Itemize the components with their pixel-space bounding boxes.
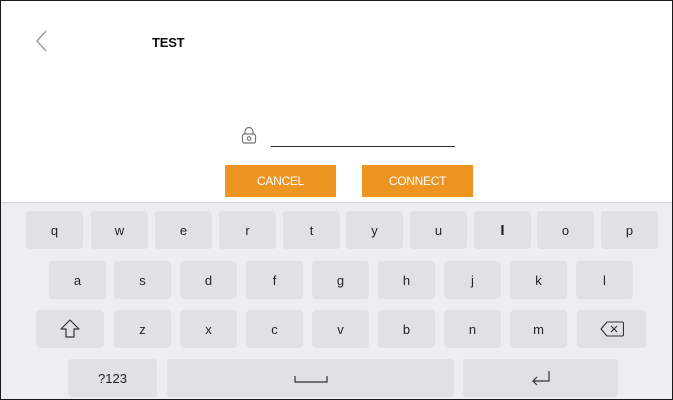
key-n[interactable]: n: [444, 310, 501, 348]
key-h[interactable]: h: [378, 261, 435, 299]
key-m[interactable]: m: [510, 310, 567, 348]
key-o[interactable]: o: [537, 211, 594, 249]
key-l[interactable]: l: [576, 261, 633, 299]
space-icon: [293, 376, 328, 383]
enter-icon: [531, 371, 550, 386]
key-b[interactable]: b: [378, 310, 435, 348]
key-u[interactable]: u: [410, 211, 467, 249]
key-r[interactable]: r: [219, 211, 276, 249]
connect-button[interactable]: CONNECT: [362, 165, 473, 197]
key-f[interactable]: f: [246, 261, 303, 299]
key-d[interactable]: d: [180, 261, 237, 299]
key-z[interactable]: z: [114, 310, 171, 348]
key-w[interactable]: w: [91, 211, 148, 249]
key-t[interactable]: t: [283, 211, 340, 249]
key-v[interactable]: v: [312, 310, 369, 348]
key-x[interactable]: x: [180, 310, 237, 348]
back-chevron-icon: [36, 30, 47, 52]
symbols-key[interactable]: ?123: [68, 359, 157, 397]
key-s[interactable]: s: [114, 261, 171, 299]
key-i[interactable]: I: [474, 211, 531, 249]
password-input[interactable]: [271, 126, 455, 147]
app-screen: TEST CANCEL CONNECT q w e r t y u I o p …: [0, 0, 673, 400]
enter-key[interactable]: [463, 359, 618, 397]
key-y[interactable]: y: [346, 211, 403, 249]
key-k[interactable]: k: [510, 261, 567, 299]
shift-key[interactable]: [36, 310, 104, 348]
key-e[interactable]: e: [155, 211, 212, 249]
on-screen-keyboard: q w e r t y u I o p a s d f g h j k l z …: [1, 202, 672, 399]
key-g[interactable]: g: [312, 261, 369, 299]
key-a[interactable]: a: [49, 261, 106, 299]
back-button[interactable]: [31, 29, 53, 53]
lock-icon: [239, 125, 259, 145]
key-q[interactable]: q: [26, 211, 83, 249]
backspace-key[interactable]: [577, 310, 646, 348]
space-key[interactable]: [167, 359, 454, 397]
shift-icon: [60, 319, 80, 338]
backspace-icon: [599, 321, 624, 337]
cancel-button[interactable]: CANCEL: [225, 165, 336, 197]
key-p[interactable]: p: [601, 211, 658, 249]
key-c[interactable]: c: [246, 310, 303, 348]
page-title: TEST: [152, 35, 185, 50]
key-j[interactable]: j: [444, 261, 501, 299]
